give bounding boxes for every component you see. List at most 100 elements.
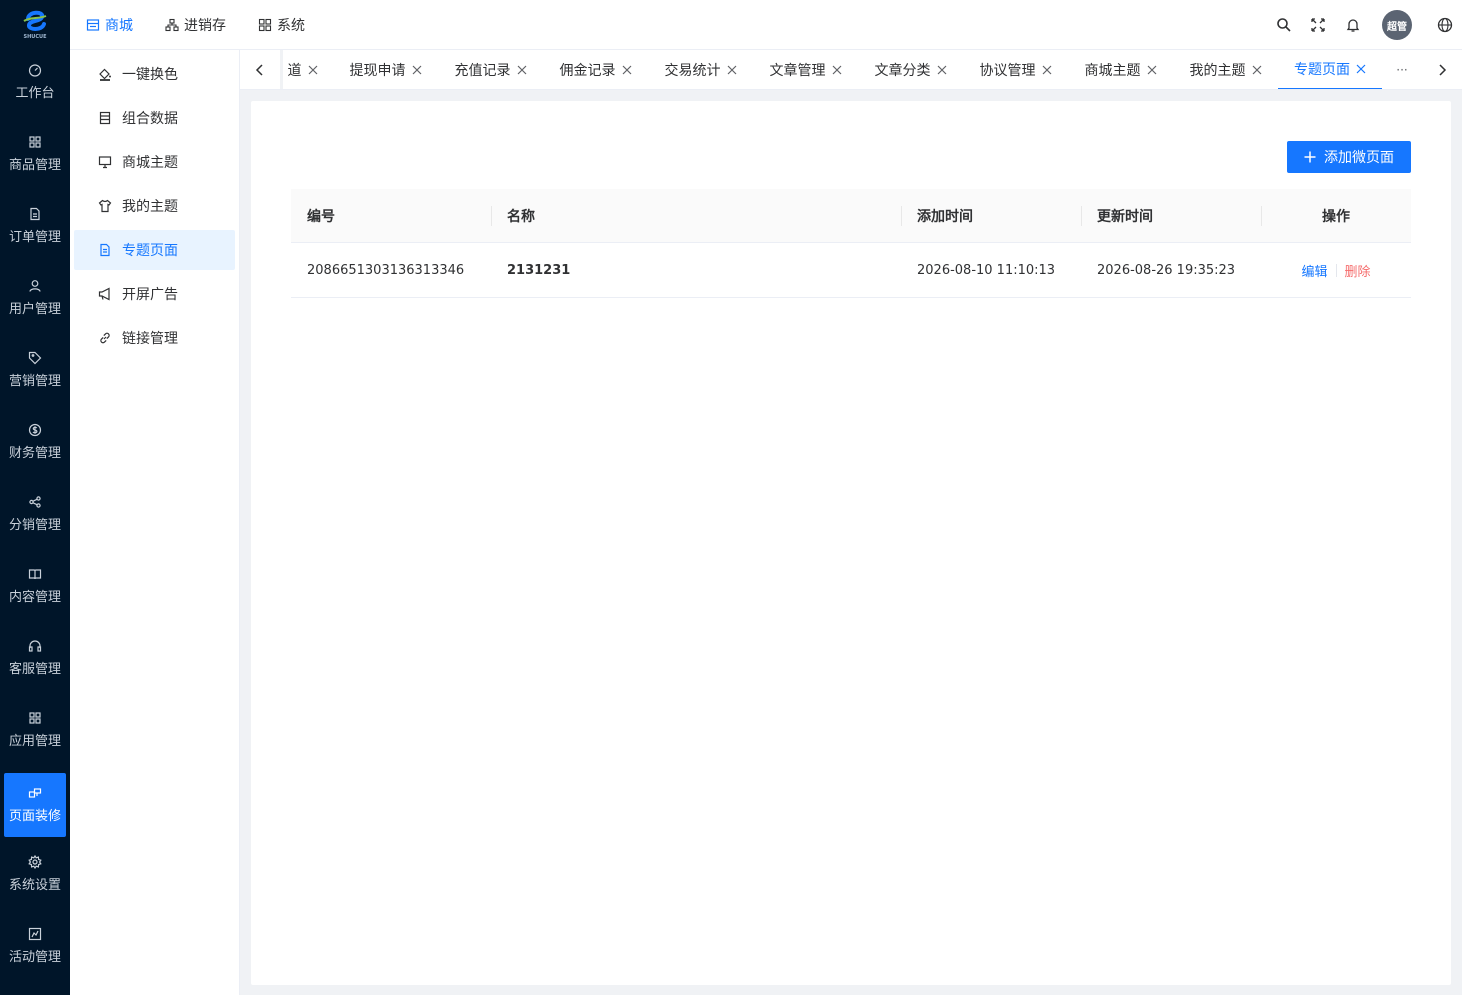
rail-item-7[interactable]: 内容管理 xyxy=(4,554,66,618)
top-nav: 商城 进销存 系统 xyxy=(86,0,337,50)
hierarchy-icon xyxy=(165,18,179,32)
rail-item-8[interactable]: 客服管理 xyxy=(4,626,66,690)
tab-scroll-right[interactable] xyxy=(1422,50,1462,89)
tab-more-button[interactable]: ··· xyxy=(1382,50,1422,89)
submenu-item-5[interactable]: 开屏广告 xyxy=(74,274,235,314)
close-icon[interactable] xyxy=(622,65,632,75)
rail-item-1[interactable]: 商品管理 xyxy=(4,122,66,186)
user-icon xyxy=(28,279,42,293)
tab-8[interactable]: 商城主题 xyxy=(1068,50,1173,89)
close-icon[interactable] xyxy=(1252,65,1262,75)
headset-icon xyxy=(28,639,42,653)
decorate-icon xyxy=(28,786,42,800)
rail-item-label: 应用管理 xyxy=(8,734,61,749)
brand-logo[interactable]: SHUCUE xyxy=(0,0,70,50)
close-icon[interactable] xyxy=(517,65,527,75)
tab-1[interactable]: 提现申请 xyxy=(333,50,438,89)
tab-9[interactable]: 我的主题 xyxy=(1173,50,1278,89)
rail-item-12[interactable]: 活动管理 xyxy=(4,914,66,978)
main-sidebar: SHUCUE 工作台商品管理订单管理用户管理营销管理财务管理分销管理内容管理客服… xyxy=(0,0,70,995)
table-row: 2086651303136313346 2131231 2026-08-10 1… xyxy=(291,243,1411,298)
rail-item-label: 营销管理 xyxy=(8,374,61,389)
cell-actions: 编辑 删除 xyxy=(1261,243,1411,298)
rail-item-10[interactable]: 页面装修 xyxy=(4,773,66,837)
plus-icon xyxy=(1304,151,1316,163)
table-header: 编号 名称 添加时间 更新时间 操作 xyxy=(291,189,1411,243)
rail-item-label: 商品管理 xyxy=(8,158,61,173)
cell-name: 2131231 xyxy=(507,263,571,278)
close-icon[interactable] xyxy=(1147,65,1157,75)
tab-label: 我的主题 xyxy=(1189,63,1246,79)
avatar[interactable]: 超管 xyxy=(1382,10,1412,40)
tab-label: 提现申请 xyxy=(349,63,406,79)
link-icon xyxy=(98,331,112,345)
add-micro-page-button[interactable]: 添加微页面 xyxy=(1287,141,1411,173)
rail-item-label: 财务管理 xyxy=(8,446,61,461)
bell-icon[interactable] xyxy=(1343,15,1363,35)
tab-4[interactable]: 交易统计 xyxy=(648,50,753,89)
tab-10[interactable]: 专题页面 xyxy=(1278,50,1382,89)
submenu-item-label: 专题页面 xyxy=(122,243,178,259)
pages-table: 编号 名称 添加时间 更新时间 操作 2086651303136313346 2… xyxy=(291,189,1411,298)
col-updated: 更新时间 xyxy=(1081,189,1261,243)
tab-2[interactable]: 充值记录 xyxy=(438,50,543,89)
tab-7[interactable]: 协议管理 xyxy=(963,50,1068,89)
rail-item-2[interactable]: 订单管理 xyxy=(4,194,66,258)
col-created-label: 添加时间 xyxy=(917,209,973,225)
submenu-item-label: 商城主题 xyxy=(122,155,178,171)
submenu-item-2[interactable]: 商城主题 xyxy=(74,142,235,182)
submenu-item-label: 组合数据 xyxy=(122,111,178,127)
col-actions: 操作 xyxy=(1261,189,1411,243)
globe-icon[interactable] xyxy=(1435,15,1455,35)
submenu-item-1[interactable]: 组合数据 xyxy=(74,98,235,138)
search-icon[interactable] xyxy=(1274,15,1294,35)
rail-item-5[interactable]: 财务管理 xyxy=(4,410,66,474)
rail-item-label: 客服管理 xyxy=(8,662,61,677)
tab-scroll-left[interactable] xyxy=(240,50,280,89)
submenu-item-0[interactable]: 一键换色 xyxy=(74,54,235,94)
tab-6[interactable]: 文章分类 xyxy=(858,50,963,89)
close-icon[interactable] xyxy=(937,65,947,75)
rail-item-label: 系统设置 xyxy=(8,878,61,893)
rail-item-4[interactable]: 营销管理 xyxy=(4,338,66,402)
gear-icon xyxy=(28,855,42,869)
cell-created: 2026-08-10 11:10:13 xyxy=(917,263,1056,278)
topnav-inventory[interactable]: 进销存 xyxy=(165,15,226,35)
submenu-item-6[interactable]: 链接管理 xyxy=(74,318,235,358)
store-icon xyxy=(86,19,100,31)
tab-label: 交易统计 xyxy=(664,63,721,79)
tab-label: 充值记录 xyxy=(454,63,511,79)
tab-5[interactable]: 文章管理 xyxy=(753,50,858,89)
rail-item-11[interactable]: 系统设置 xyxy=(4,842,66,906)
tab-0[interactable]: 道 xyxy=(280,50,325,89)
close-icon[interactable] xyxy=(308,65,318,75)
submenu-item-4[interactable]: 专题页面 xyxy=(74,230,235,270)
close-icon[interactable] xyxy=(832,65,842,75)
tab-bar: 道 提现申请 充值记录 佣金记录 交易统计 文章管理 文章分类 协议管理 商城主题 我的主题 专题页… xyxy=(240,50,1462,90)
tab-3[interactable]: 佣金记录 xyxy=(543,50,648,89)
topnav-system[interactable]: 系统 xyxy=(258,15,305,35)
tab-label: 文章管理 xyxy=(769,63,826,79)
col-name: 名称 xyxy=(491,189,901,243)
col-actions-label: 操作 xyxy=(1322,209,1350,225)
close-icon[interactable] xyxy=(727,65,737,75)
fullscreen-icon[interactable] xyxy=(1308,15,1328,35)
close-icon[interactable] xyxy=(1042,65,1052,75)
rail-item-0[interactable]: 工作台 xyxy=(4,50,66,114)
topnav-store[interactable]: 商城 xyxy=(86,15,133,35)
edit-link[interactable]: 编辑 xyxy=(1301,261,1327,280)
delete-link[interactable]: 删除 xyxy=(1345,261,1371,280)
close-icon[interactable] xyxy=(1356,64,1366,74)
rail-item-label: 工作台 xyxy=(15,86,55,101)
megaphone-icon xyxy=(98,287,112,301)
page-icon xyxy=(98,243,112,257)
submenu-item-3[interactable]: 我的主题 xyxy=(74,186,235,226)
col-updated-label: 更新时间 xyxy=(1097,209,1153,225)
rail-item-6[interactable]: 分销管理 xyxy=(4,482,66,546)
share-icon xyxy=(28,495,42,509)
shirt-icon xyxy=(98,199,112,213)
rail-item-3[interactable]: 用户管理 xyxy=(4,266,66,330)
close-icon[interactable] xyxy=(412,65,422,75)
document-icon xyxy=(28,207,42,221)
rail-item-9[interactable]: 应用管理 xyxy=(4,698,66,762)
